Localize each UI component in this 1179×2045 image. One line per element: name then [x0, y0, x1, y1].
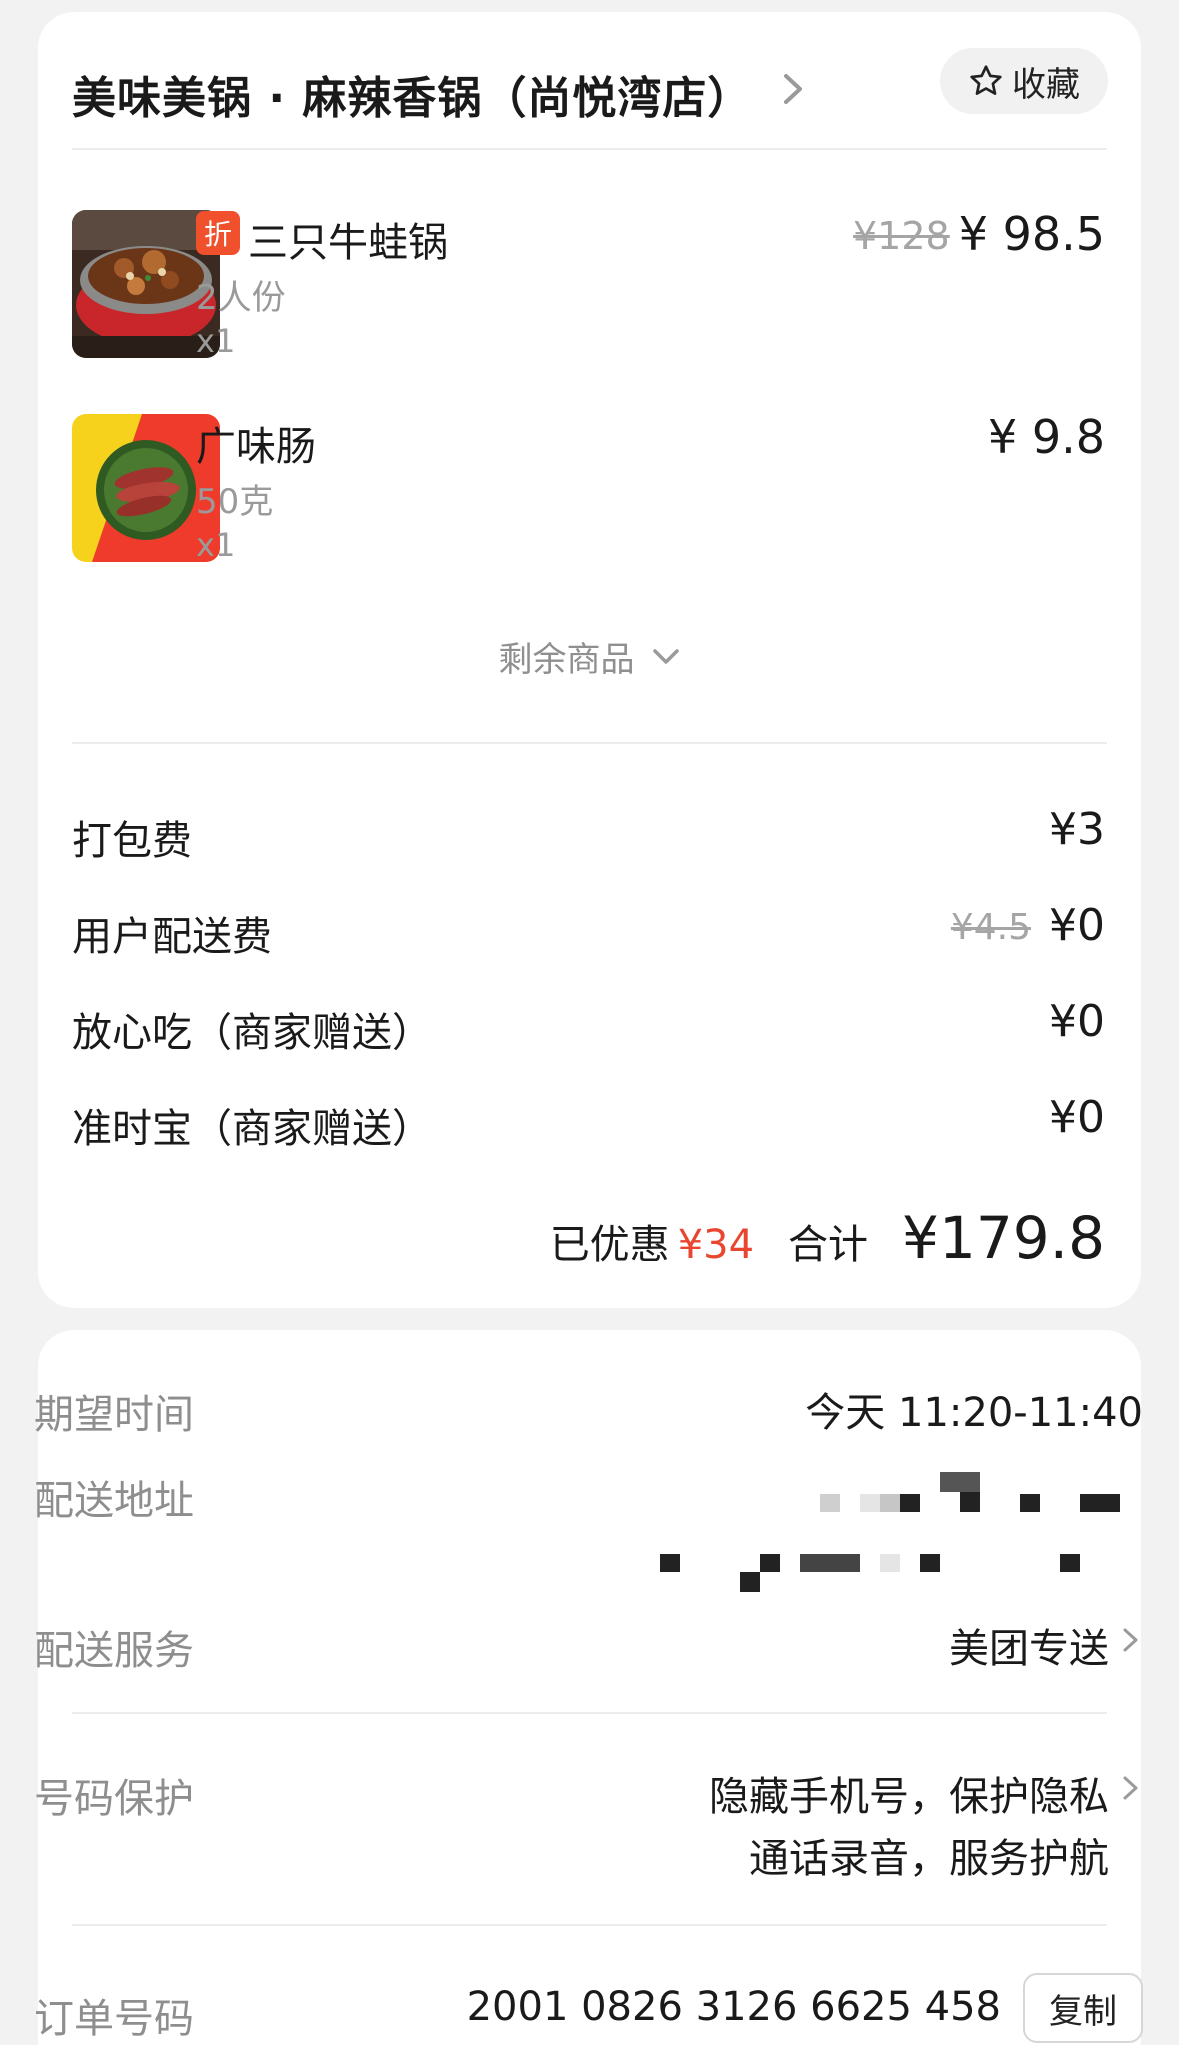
divider [72, 1712, 1107, 1714]
more-items-toggle[interactable]: 剩余商品 [38, 632, 1141, 681]
order-number-value: 2001 0826 3126 6625 458 [466, 1984, 1001, 2030]
item-price: ¥ 98.5 [958, 207, 1105, 261]
fee-value: ¥0 [1049, 900, 1105, 951]
divider [72, 742, 1107, 744]
item-original-price: ¥128 [853, 214, 950, 258]
fee-original-value: ¥4.5 [950, 907, 1031, 948]
expected-time-label: 期望时间 [34, 1392, 194, 1438]
item-name[interactable]: 三只牛蛙锅 [248, 210, 448, 268]
fee-label: 用户配送费 [72, 914, 272, 960]
chevron-down-icon [652, 648, 679, 664]
favorite-label: 收藏 [1012, 64, 1080, 105]
discount-value: ¥34 [677, 1222, 755, 1268]
fee-label: 放心吃（商家赠送） [72, 1010, 432, 1056]
total-label: 合计 [788, 1222, 869, 1268]
delivery-service-label: 配送服务 [34, 1628, 194, 1674]
fee-value: ¥0 [1049, 996, 1105, 1047]
discount-badge: 折 [196, 211, 240, 255]
store-name[interactable]: 美味美锅 · 麻辣香锅（尚悦湾店） [72, 62, 752, 126]
chevron-right-icon[interactable] [1119, 1620, 1143, 1660]
favorite-button[interactable]: 收藏 [940, 48, 1108, 114]
order-summary: 已优惠 ¥34 合计 ¥179.8 [550, 1204, 1105, 1272]
item-spec: 2人份 [196, 278, 286, 318]
number-protection-line2: 通话录音，服务护航 [749, 1836, 1109, 1882]
expected-time-value: 今天 11:20-11:40 [805, 1390, 1143, 1436]
number-protection-label: 号码保护 [34, 1776, 194, 1822]
divider [72, 1924, 1107, 1926]
item-qty: x1 [196, 526, 236, 564]
fee-value: ¥0 [1049, 1092, 1105, 1143]
chevron-right-icon[interactable] [774, 64, 814, 114]
item-price: ¥ 9.8 [987, 410, 1105, 464]
order-number-label: 订单号码 [34, 1996, 194, 2042]
more-items-label: 剩余商品 [498, 640, 635, 680]
item-spec: 50克 [196, 482, 274, 522]
number-protection-line1[interactable]: 隐藏手机号，保护隐私 [709, 1764, 1109, 1822]
address-label: 配送地址 [34, 1478, 194, 1524]
fee-label: 准时宝（商家赠送） [72, 1106, 432, 1152]
fee-label: 打包费 [72, 818, 192, 864]
star-icon [970, 65, 1002, 95]
total-value: ¥179.8 [902, 1204, 1105, 1272]
copy-order-number-button[interactable]: 复制 [1023, 1973, 1143, 2043]
item-name[interactable]: 广味肠 [196, 414, 316, 472]
item-qty: x1 [196, 322, 236, 360]
delivery-service-value[interactable]: 美团专送 [949, 1616, 1109, 1674]
divider [72, 148, 1107, 150]
chevron-right-icon[interactable] [1119, 1768, 1143, 1808]
order-card: 美味美锅 · 麻辣香锅（尚悦湾店） 收藏 折 三只牛蛙锅 2人份 x1 ¥128… [38, 12, 1141, 1308]
fee-value: ¥3 [1049, 804, 1105, 855]
discount-label: 已优惠 [549, 1222, 670, 1268]
